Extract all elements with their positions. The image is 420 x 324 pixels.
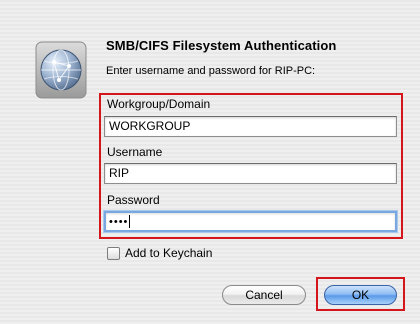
dialog-title: SMB/CIFS Filesystem Authentication: [106, 38, 337, 53]
password-input[interactable]: ••••: [104, 211, 397, 232]
workgroup-input[interactable]: WORKGROUP: [104, 116, 397, 137]
keychain-option[interactable]: Add to Keychain: [107, 245, 212, 261]
password-mask: ••••: [109, 216, 129, 228]
keychain-label: Add to Keychain: [125, 246, 213, 260]
workgroup-label: Workgroup/Domain: [107, 97, 211, 111]
dialog-message: Enter username and password for RIP-PC:: [106, 65, 316, 77]
ok-button[interactable]: OK: [324, 285, 397, 305]
password-label: Password: [107, 193, 160, 207]
username-input[interactable]: RIP: [104, 163, 397, 184]
username-label: Username: [107, 145, 163, 159]
text-caret: [129, 215, 131, 229]
network-globe-icon: [34, 40, 88, 100]
cancel-button[interactable]: Cancel: [222, 285, 306, 305]
keychain-checkbox[interactable]: [107, 246, 120, 260]
